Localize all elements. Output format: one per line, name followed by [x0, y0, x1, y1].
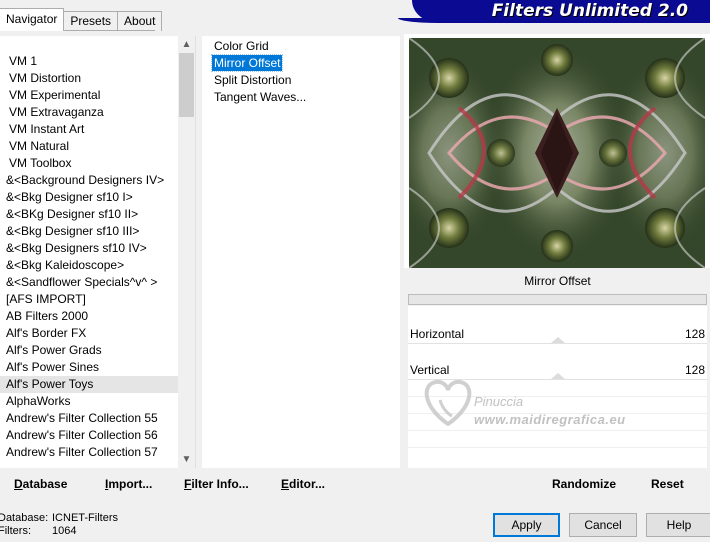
- category-item[interactable]: AlphaWorks: [0, 393, 178, 410]
- category-item[interactable]: VM 1: [0, 53, 178, 70]
- reset-button[interactable]: Reset: [651, 477, 684, 491]
- category-item[interactable]: Andrew's Filter Collection 57: [0, 444, 178, 461]
- param-label: Horizontal: [410, 327, 465, 341]
- database-info: Database: ICNET-Filters Filters: 1064: [0, 512, 150, 538]
- category-item[interactable]: VM Distortion: [0, 70, 178, 87]
- param-label: Vertical: [410, 363, 450, 377]
- filter-item[interactable]: Tangent Waves...: [212, 89, 308, 105]
- tab-bar: Navigator Presets About: [0, 8, 163, 31]
- database-value: ICNET-Filters: [52, 512, 118, 524]
- category-item[interactable]: AB Filters 2000: [0, 308, 178, 325]
- database-button[interactable]: Database: [14, 477, 67, 491]
- button-label: mport...: [108, 477, 153, 491]
- empty-param-line: [408, 430, 707, 431]
- mnemonic: D: [14, 477, 23, 491]
- category-item[interactable]: &<BKg Designer sf10 II>: [0, 206, 178, 223]
- tab-navigator[interactable]: Navigator: [0, 8, 65, 31]
- horizontal-slider-track[interactable]: [408, 343, 707, 344]
- filter-info-button[interactable]: Filter Info...: [184, 477, 249, 491]
- empty-param-line: [408, 447, 707, 448]
- filters-row: Filters: 1064: [0, 525, 150, 538]
- category-item[interactable]: Andrew's Filter Collection 56: [0, 427, 178, 444]
- category-item[interactable]: VM Toolbox: [0, 155, 178, 172]
- database-row: Database: ICNET-Filters: [0, 512, 150, 525]
- scroll-up-icon[interactable]: ▲: [178, 36, 195, 53]
- horizontal-slider-thumb[interactable]: [551, 337, 565, 343]
- category-item[interactable]: VM Natural: [0, 138, 178, 155]
- mnemonic: E: [281, 477, 290, 491]
- randomize-button[interactable]: Randomize: [552, 477, 616, 491]
- preview-toolbar: Randomize Reset: [408, 470, 707, 496]
- category-item[interactable]: [AFS IMPORT]: [0, 291, 178, 308]
- param-value: 128: [684, 327, 705, 341]
- category-item[interactable]: Alf's Power Grads: [0, 342, 178, 359]
- category-scrollbar[interactable]: ▲ ▼: [178, 36, 195, 468]
- category-item[interactable]: VM Extravaganza: [0, 104, 178, 121]
- empty-param-line: [408, 413, 707, 414]
- category-item[interactable]: &<Bkg Kaleidoscope>: [0, 257, 178, 274]
- filter-name-label: Mirror Offset: [408, 269, 707, 293]
- filter-item[interactable]: Split Distortion: [212, 72, 293, 88]
- category-item[interactable]: VM Experimental: [0, 87, 178, 104]
- scroll-thumb[interactable]: [179, 53, 194, 117]
- category-list[interactable]: VM 1 VM Distortion VM Experimental VM Extra…: [0, 53, 178, 461]
- progress-bar: [408, 294, 707, 305]
- tab-presets[interactable]: Presets: [63, 11, 119, 31]
- tab-about[interactable]: About: [117, 11, 163, 31]
- bottom-toolbar: Database Import... Filter Info... Editor…: [0, 470, 402, 496]
- button-label: atabase: [22, 477, 68, 491]
- filters-value: 1064: [52, 525, 77, 537]
- vertical-slider-track[interactable]: [408, 379, 707, 380]
- category-item[interactable]: &<Bkg Designer sf10 I>: [0, 189, 178, 206]
- param-value: 128: [684, 363, 705, 377]
- category-item[interactable]: &<Background Designers IV>: [0, 172, 178, 189]
- category-item[interactable]: &<Bkg Designers sf10 IV>: [0, 240, 178, 257]
- help-button[interactable]: Help: [646, 513, 710, 537]
- preview-image: [409, 38, 705, 268]
- filter-item[interactable]: Color Grid: [212, 38, 271, 54]
- filters-label: Filters:: [0, 525, 31, 537]
- category-item[interactable]: Alf's Power Toys: [0, 376, 178, 393]
- button-label: ditor...: [289, 477, 326, 491]
- app-banner: Filters Unlimited 2.0: [412, 0, 710, 22]
- empty-param-line: [408, 396, 707, 397]
- filter-item[interactable]: Mirror Offset: [210, 54, 284, 72]
- scroll-down-icon[interactable]: ▼: [178, 451, 195, 468]
- category-item[interactable]: &<Sandflower Specials^v^ >: [0, 274, 178, 291]
- category-item[interactable]: &<Bkg Designer sf10 III>: [0, 223, 178, 240]
- filter-list[interactable]: Color Grid Mirror Offset Split Distortion T…: [202, 36, 400, 468]
- vertical-slider-thumb[interactable]: [551, 373, 565, 379]
- editor-button[interactable]: Editor...: [281, 477, 325, 491]
- preview-panel: [404, 34, 710, 268]
- category-item[interactable]: Andrew's Filter Collection 55: [0, 410, 178, 427]
- category-item[interactable]: VM Instant Art: [0, 121, 178, 138]
- button-label: ilter Info...: [191, 477, 249, 491]
- database-label: Database:: [0, 512, 49, 524]
- cancel-button[interactable]: Cancel: [569, 513, 637, 537]
- category-item[interactable]: Alf's Border FX: [0, 325, 178, 342]
- parameters-panel: Horizontal 128 Vertical 128: [408, 306, 707, 468]
- category-item[interactable]: Alf's Power Sines: [0, 359, 178, 376]
- import-button[interactable]: Import...: [105, 477, 152, 491]
- apply-button[interactable]: Apply: [493, 513, 560, 537]
- category-list-panel[interactable]: VM 1 VM Distortion VM Experimental VM Extra…: [0, 36, 196, 468]
